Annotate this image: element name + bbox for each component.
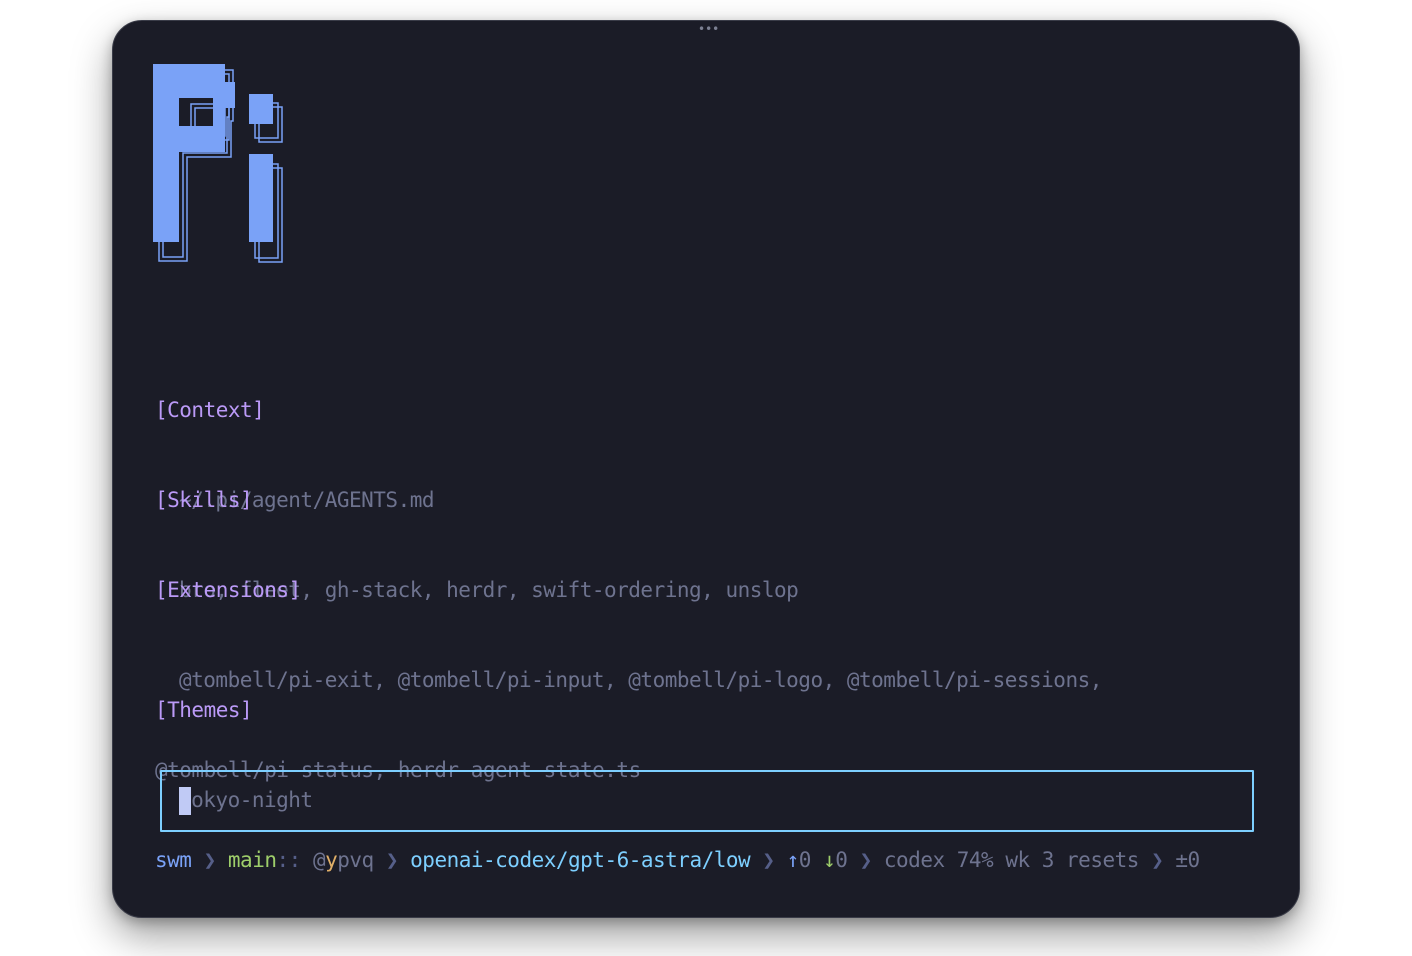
status-revision-first: y — [325, 848, 338, 872]
status-separator-icon: ❯ — [385, 848, 399, 872]
extensions-header: [Extensions] — [155, 578, 301, 602]
context-header: [Context] — [155, 398, 265, 422]
status-revision-rest: pvq — [337, 848, 374, 872]
status-branch-suffix: :: — [276, 848, 301, 872]
status-model: openai-codex/gpt-6-astra/low — [410, 848, 751, 872]
status-up-count: 0 — [798, 848, 812, 872]
status-down-count: 0 — [835, 848, 848, 872]
themes-section: [Themes] tokyo-night — [155, 635, 313, 875]
status-separator-icon: ❯ — [859, 848, 873, 872]
status-directory: swm — [155, 848, 192, 872]
prompt-input[interactable] — [160, 770, 1254, 832]
status-at-sign: @ — [312, 848, 326, 872]
status-separator-icon: ❯ — [762, 848, 775, 872]
skills-header: [Skills] — [155, 488, 253, 512]
status-usage: codex 74% wk 3 resets — [883, 848, 1140, 872]
text-cursor — [179, 787, 191, 815]
themes-header: [Themes] — [155, 698, 253, 722]
arrow-down-icon: ↓ — [823, 848, 836, 872]
terminal-window: ••• Pi [Context] ~/.pi/agent/AGENTS.md [… — [112, 20, 1300, 918]
status-bar: swm ❯ main:: @ypvq ❯ openai-codex/gpt-6-… — [155, 845, 1200, 875]
status-separator-icon: ❯ — [203, 848, 217, 872]
status-separator-icon: ❯ — [1151, 848, 1164, 872]
status-diff: ±0 — [1175, 848, 1200, 872]
arrow-up-icon: ↑ — [786, 848, 800, 872]
status-git-branch: main — [227, 848, 277, 872]
drag-handle[interactable]: ••• — [698, 23, 719, 35]
pi-logo: Pi — [153, 64, 283, 263]
